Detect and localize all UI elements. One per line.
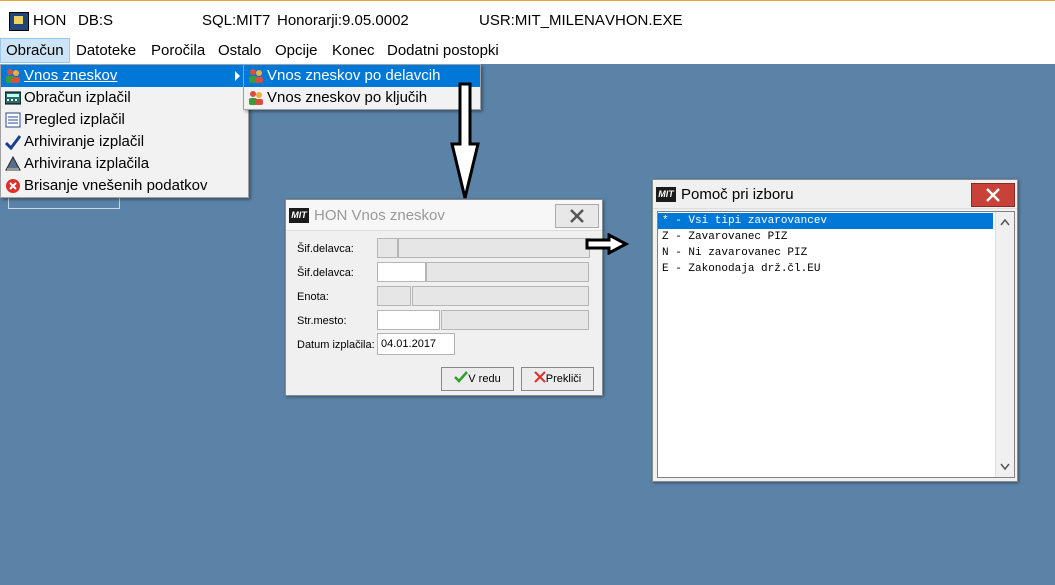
enota-code-field[interactable] [377,286,411,306]
people-icon [6,69,20,83]
dialog-title: HON Vnos zneskov [314,207,445,224]
submenu-arrow-icon [235,71,240,81]
str-mesto-label: Str.mesto: [297,315,347,327]
people-icon [249,91,263,105]
dialog-titlebar[interactable]: MIT HON Vnos zneskov [286,200,602,231]
menu-item-vnos-zneskov[interactable]: Vnos zneskov [1,65,248,87]
exe-label: VHON.EXE [605,12,683,29]
sif-delavca-name-field-2 [426,262,589,282]
menu-porocila[interactable]: Poročila [151,38,205,63]
user-label: USR:MIT_MILENA [479,12,605,29]
mit-logo-icon: MIT [656,187,676,202]
archive-icon [5,156,21,171]
datum-izplacila-label: Datum izplačila: [297,339,375,351]
right-arrow-icon [585,233,629,255]
datum-izplacila-input[interactable]: 04.01.2017 [377,333,455,355]
menu-item-label: Brisanje vnešenih podatkov [24,177,208,194]
list-item[interactable]: Z - Zavarovanec PIZ [658,229,993,245]
close-button[interactable] [971,183,1015,207]
sif-delavca-label-2: Šif.delavca: [297,267,354,279]
menu-item-label: Arhivirana izplačila [24,155,150,172]
menu-opcije[interactable]: Opcije [275,38,318,63]
menu-item-brisanje-podatkov[interactable]: Brisanje vnešenih podatkov [1,175,248,197]
list-icon [5,112,21,128]
list-item[interactable]: E - Zakonodaja drž.čl.EU [658,261,993,277]
sif-delavca-label: Šif.delavca: [297,243,354,255]
cancel-button[interactable]: Prekliči [521,367,594,391]
menu-konec[interactable]: Konec [332,38,375,63]
enota-name-field [412,286,589,306]
scroll-down-icon[interactable] [1000,463,1010,471]
people-icon [249,69,263,83]
ok-button[interactable]: V redu [441,367,514,391]
mit-logo-icon: MIT [289,208,309,223]
sif-delavca-code-field-1[interactable] [377,238,398,258]
vnos-zneskov-dialog: MIT HON Vnos zneskov Šif.delavca: Šif.de… [285,199,603,396]
obracun-dropdown: Vnos zneskov Obračun izplačil Pregled iz… [0,64,249,198]
scroll-up-icon[interactable] [1000,218,1010,226]
str-mesto-name-field [441,310,589,330]
list-item[interactable]: N - Ni zavarovanec PIZ [658,245,993,261]
menu-item-label: Vnos zneskov po ključih [267,89,428,106]
list-item[interactable]: * - Vsi tipi zavarovancev [658,213,993,229]
menu-item-vnos-po-kljucih[interactable]: Vnos zneskov po ključih [244,87,480,109]
db-label: DB:S [78,12,114,29]
menu-datoteke[interactable]: Datoteke [76,38,136,63]
close-icon [986,188,1000,202]
calculator-icon [5,91,21,105]
menu-item-obracun-izplacil[interactable]: Obračun izplačil [1,87,248,109]
cancel-button-label: Prekliči [545,373,582,385]
izbor-listbox[interactable]: * - Vsi tipi zavarovancev Z - Zavarovane… [657,211,1015,478]
menu-item-label: Vnos zneskov po delavcih [267,67,441,84]
menu-item-pregled-izplacil[interactable]: Pregled izplačil [1,109,248,131]
dialog-titlebar[interactable]: MIT Pomoč pri izboru [653,180,1017,209]
sif-delavca-code-field-2[interactable] [377,262,426,282]
version-label: Honorarji:9.05.0002 [277,12,409,29]
menu-item-arhivirana-izplacila[interactable]: Arhivirana izplačila [1,153,248,175]
menu-ostalo[interactable]: Ostalo [218,38,261,63]
listbox-scrollbar[interactable] [995,212,1014,477]
menu-item-label: Arhiviranje izplačil [24,133,145,150]
menu-item-label: Obračun izplačil [24,89,131,106]
enota-label: Enota: [297,291,329,303]
menu-item-vnos-po-delavcih[interactable]: Vnos zneskov po delavcih [244,65,480,87]
close-icon [570,209,584,223]
vnos-zneskov-submenu: Vnos zneskov po delavcih Vnos zneskov po… [243,64,481,110]
app-icon [9,12,29,31]
cross-icon [534,371,546,383]
dialog-title: Pomoč pri izboru [681,186,794,203]
menu-obracun[interactable]: Obračun [0,38,70,63]
str-mesto-code-field[interactable] [377,310,440,330]
delete-icon [6,179,20,193]
menu-item-label: Pregled izplačil [24,111,125,128]
menu-dodatni-postopki[interactable]: Dodatni postopki [387,38,499,63]
menu-item-arhiviranje-izplacil[interactable]: Arhiviranje izplačil [1,131,248,153]
pomoc-pri-izboru-dialog: MIT Pomoč pri izboru * - Vsi tipi zavaro… [652,179,1018,482]
checkmark-icon [5,135,21,150]
ok-button-label: V redu [468,373,501,385]
menu-bar: Obračun Datoteke Poročila Ostalo Opcije … [0,38,1055,64]
app-name: HON [33,12,67,29]
sif-delavca-name-field-1 [398,238,590,258]
menu-item-label: Vnos zneskov [24,67,118,84]
checkmark-icon [454,371,469,383]
down-arrow-icon [450,82,480,199]
app-titlebar: HON DB:S SQL:MIT7 Honorarji:9.05.0002 US… [0,4,1055,38]
close-button[interactable] [555,204,599,228]
sql-label: SQL:MIT7 [202,12,271,29]
